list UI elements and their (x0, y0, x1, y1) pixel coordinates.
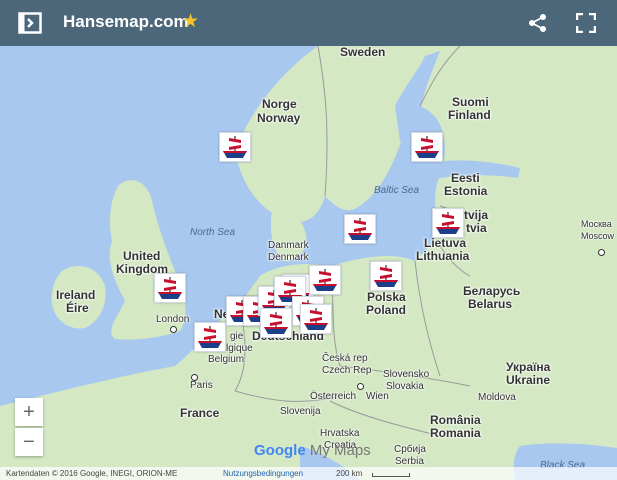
map-footer: Kartendaten © 2016 Google, INEGI, ORION-… (0, 467, 617, 480)
fullscreen-icon[interactable] (576, 13, 596, 33)
label-finland: Finland (448, 108, 491, 122)
label-wien: Wien (366, 391, 389, 402)
label-baltic-sea: Baltic Sea (374, 185, 420, 196)
label-denmark: Denmark (268, 252, 309, 263)
label-north-sea: North Sea (190, 227, 236, 238)
hansa-cog-marker-icon[interactable] (344, 214, 376, 244)
label-poland: Poland (366, 303, 407, 317)
hansa-cog-marker-icon[interactable] (154, 273, 186, 303)
zoom-in-button[interactable]: + (15, 398, 43, 426)
city-dot-wien (357, 383, 364, 390)
zoom-out-button[interactable]: − (15, 428, 43, 456)
scale-bar (372, 473, 410, 477)
share-icon[interactable] (528, 13, 548, 33)
label-belgium: Belgium (208, 354, 245, 365)
label-belgique: lgique (226, 343, 253, 354)
attribution-text: Kartendaten © 2016 Google, INEGI, ORION-… (6, 469, 178, 478)
hansa-cog-marker-icon[interactable] (219, 132, 251, 162)
scale-text: 200 km (336, 469, 363, 478)
hansa-cog-marker-icon[interactable] (370, 261, 402, 291)
label-moscow: Moscow (581, 231, 615, 241)
label-ukraine: Ukraine (506, 373, 551, 387)
label-norge: Norge (262, 97, 297, 111)
label-serbia: Serbia (395, 456, 424, 467)
label-slovensko: Slovensko (383, 369, 430, 380)
label-lithuania: Lithuania (416, 249, 470, 263)
panel-toggle-icon[interactable] (18, 12, 42, 34)
label-eire: Éire (66, 301, 89, 315)
hansa-cog-marker-icon[interactable] (411, 132, 443, 162)
label-france: France (180, 406, 220, 420)
label-latvia: tvia (466, 221, 487, 235)
label-slovenija: Slovenija (280, 406, 321, 417)
label-romania: Romania (430, 426, 481, 440)
city-dot-london (170, 326, 177, 333)
label-danmark: Danmark (268, 240, 309, 251)
hansa-cog-marker-icon[interactable] (194, 322, 226, 352)
label-cesko: Česká rep (322, 353, 368, 364)
label-moldova: Moldova (478, 392, 516, 403)
hansa-cog-marker-icon[interactable] (432, 208, 464, 238)
label-norway: Norway (257, 111, 301, 125)
top-bar: Hansemap.com ★ (0, 0, 617, 46)
map-canvas[interactable]: Sweden Norge Norway Suomi Finland Eesti … (0, 46, 617, 480)
label-moskva: Москва (581, 219, 612, 229)
star-icon[interactable]: ★ (182, 10, 199, 33)
label-srbija: Србија (394, 444, 426, 455)
label-london: London (156, 314, 190, 325)
hansa-cog-marker-icon[interactable] (309, 265, 341, 295)
city-dot-moscow (598, 249, 605, 256)
label-belarus: Belarus (468, 297, 513, 311)
label-hrvatska: Hrvatska (320, 428, 360, 439)
label-sweden: Sweden (340, 46, 386, 59)
google-mymaps-logo: Google My Maps (254, 442, 371, 459)
hansa-cog-marker-icon[interactable] (300, 304, 332, 334)
terms-link[interactable]: Nutzungsbedingungen (223, 469, 303, 478)
hansa-cog-marker-icon[interactable] (260, 308, 292, 338)
label-slovakia: Slovakia (386, 381, 424, 392)
app-title: Hansemap.com (63, 12, 189, 31)
label-paris: Paris (190, 380, 213, 391)
label-osterreich: Österreich (310, 391, 357, 402)
label-czech: Czech Rep (322, 365, 372, 376)
city-dot-paris (191, 374, 198, 381)
label-belgie: gie (230, 331, 244, 342)
label-estonia: Estonia (444, 184, 488, 198)
